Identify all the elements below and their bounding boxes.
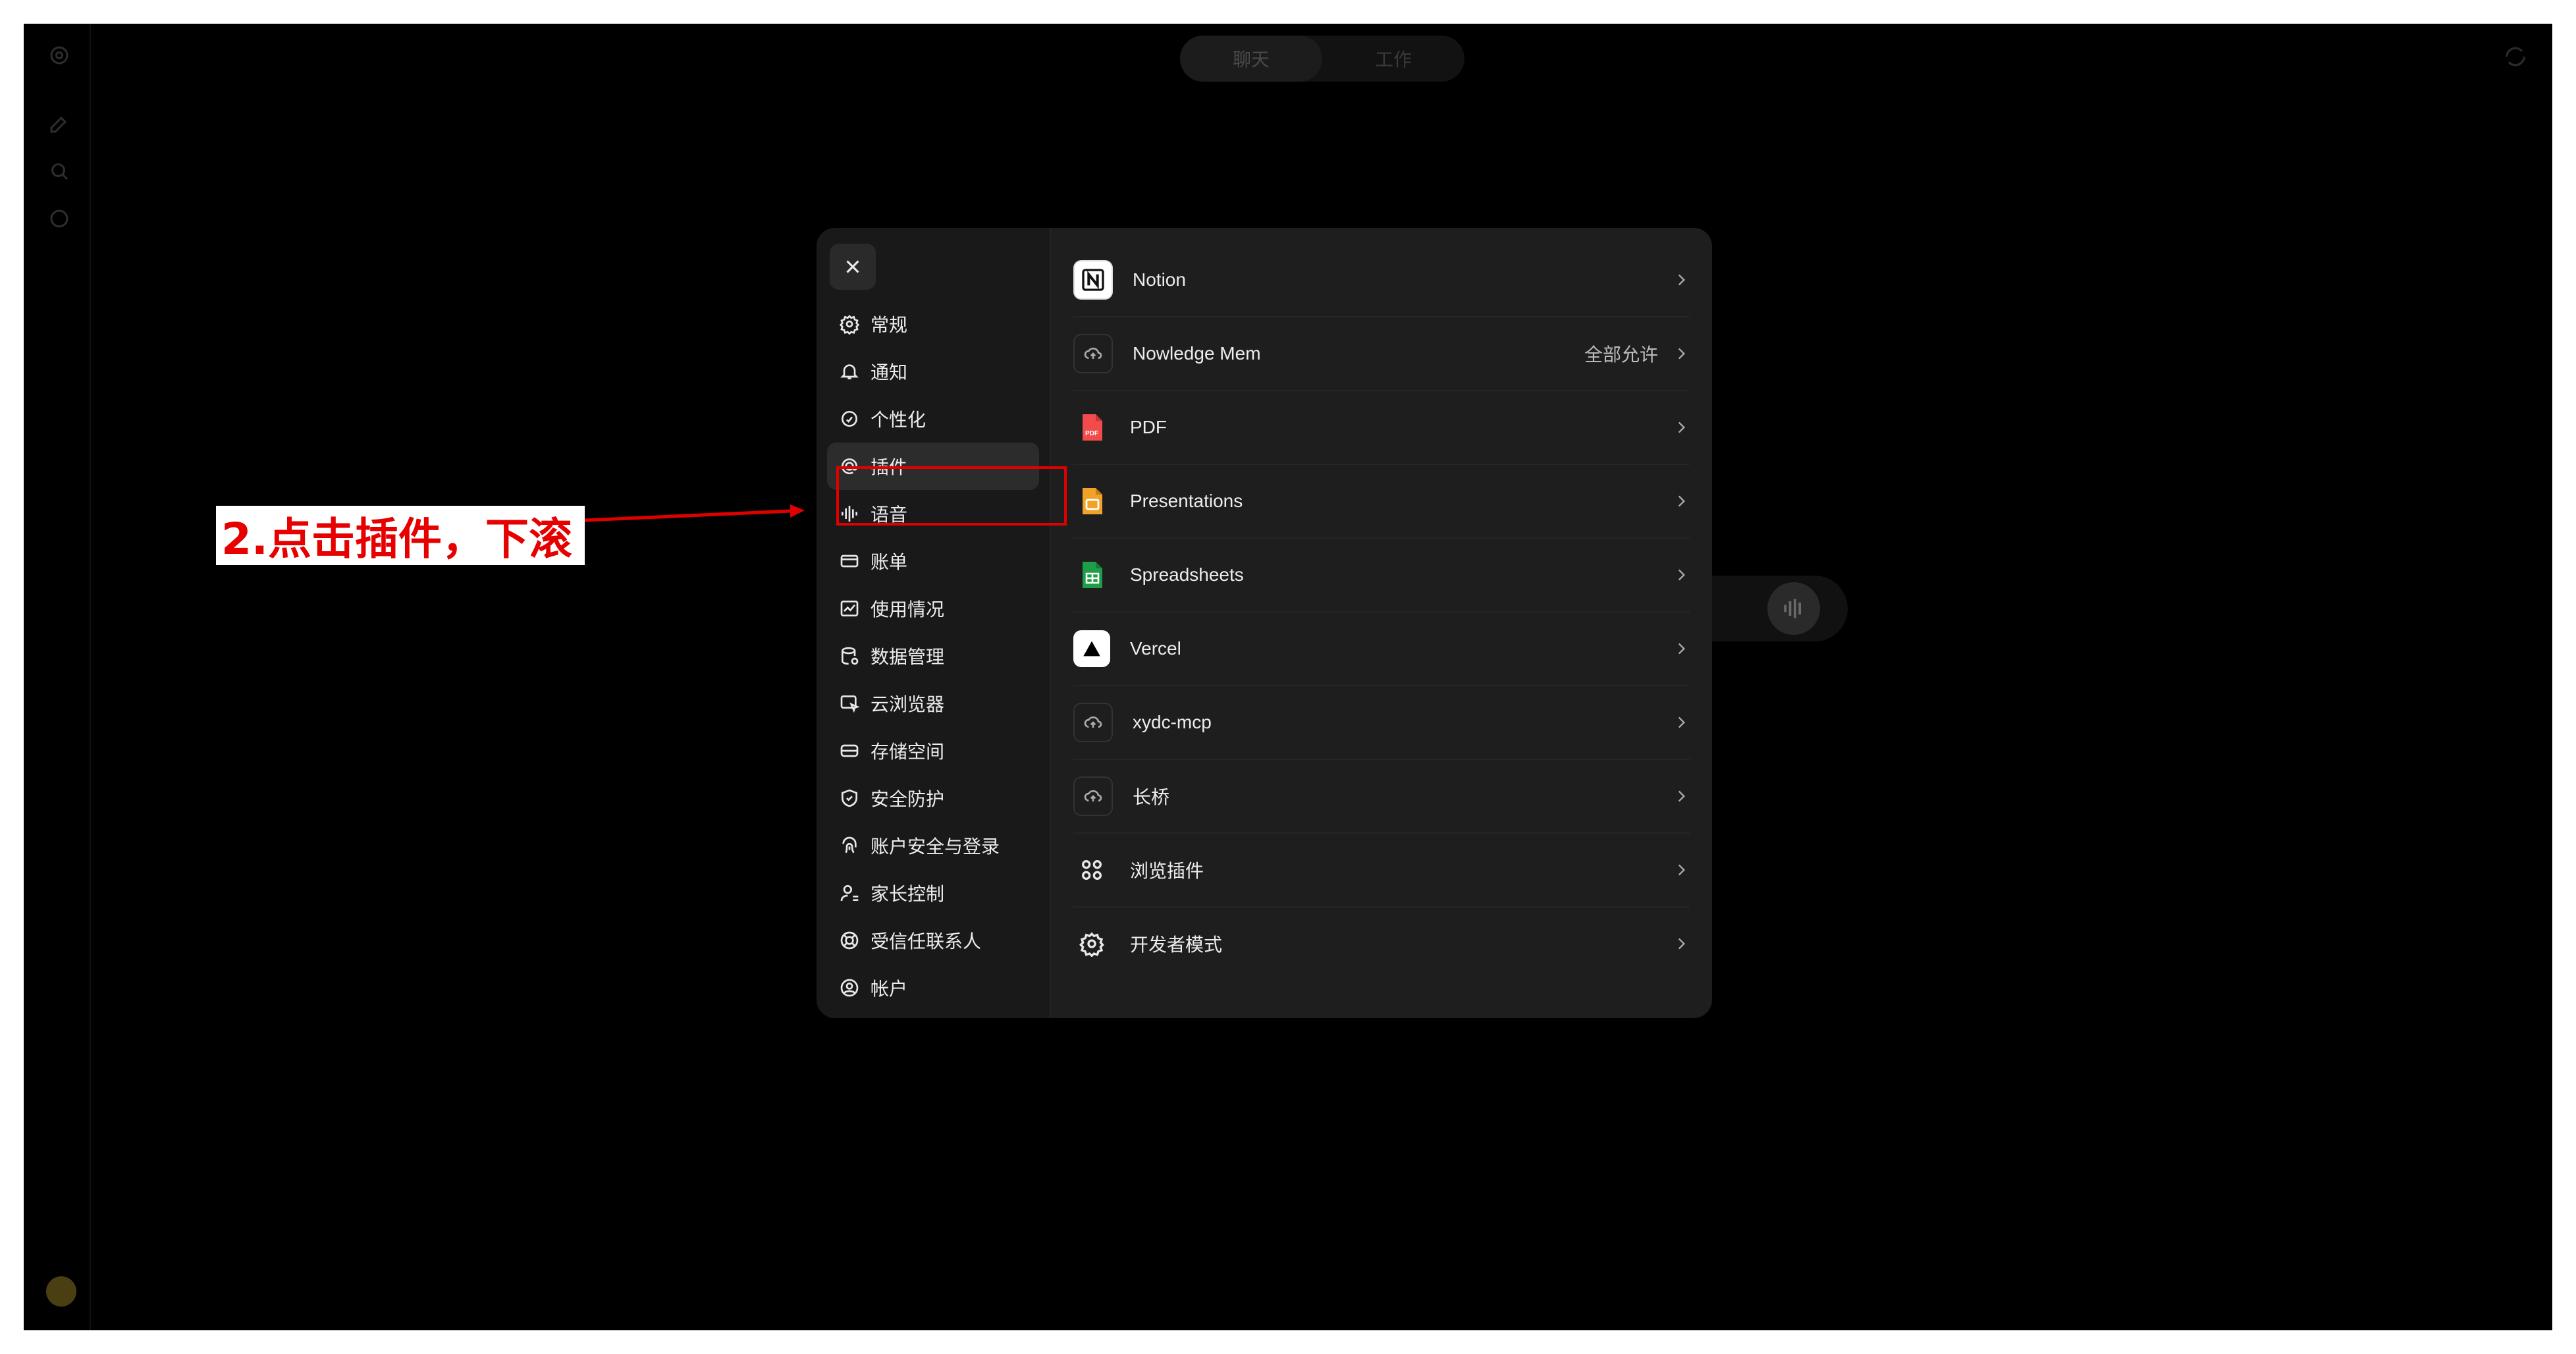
plugin-row-vercel[interactable]: Vercel	[1073, 612, 1690, 686]
settings-nav: 常规 通知 个性化 插件 语音 账单 使用情况 数据管理 云浏览器 存储空间 安…	[817, 228, 1051, 1018]
browser-cursor-icon	[840, 695, 860, 713]
plugin-label: 长桥	[1133, 787, 1170, 807]
settings-modal: 常规 通知 个性化 插件 语音 账单 使用情况 数据管理 云浏览器 存储空间 安…	[817, 228, 1712, 1018]
plugin-label: Nowledge Mem	[1133, 343, 1261, 364]
nav-item-general[interactable]: 常规	[827, 300, 1039, 348]
spreadsheets-icon	[1073, 556, 1110, 593]
database-icon	[842, 647, 859, 665]
left-sidebar	[24, 24, 91, 1330]
sync-icon[interactable]	[2502, 43, 2529, 70]
nav-label: 常规	[871, 315, 908, 335]
chevron-right-icon	[1678, 643, 1686, 655]
tab-chat[interactable]: 聊天	[1180, 36, 1322, 82]
close-icon	[846, 260, 859, 273]
plugin-row-spreadsheets[interactable]: Spreadsheets	[1073, 539, 1690, 612]
mode-toggle: 聊天 工作	[1180, 36, 1464, 82]
nav-label: 使用情况	[871, 599, 945, 620]
circle-icon[interactable]	[47, 207, 71, 230]
plugin-label: Vercel	[1130, 638, 1181, 659]
nav-item-usage[interactable]: 使用情况	[827, 585, 1039, 632]
nav-item-billing[interactable]: 账单	[827, 537, 1039, 585]
permission-status: 全部允许	[1584, 344, 1658, 365]
nav-label: 安全防护	[871, 789, 945, 809]
nav-item-parental-controls[interactable]: 家长控制	[827, 869, 1039, 917]
svg-text:PDF: PDF	[1085, 430, 1098, 437]
plugin-label: Notion	[1133, 269, 1186, 290]
cloud-upload-icon	[1073, 334, 1113, 373]
nav-item-data-controls[interactable]: 数据管理	[827, 632, 1039, 680]
tab-work[interactable]: 工作	[1322, 36, 1464, 82]
plugin-row-developer-mode[interactable]: 开发者模式	[1073, 907, 1690, 980]
nav-item-trusted-contacts[interactable]: 受信任联系人	[827, 917, 1039, 964]
close-button[interactable]	[830, 244, 876, 290]
nav-label: 家长控制	[871, 884, 945, 904]
nav-label: 数据管理	[871, 647, 945, 667]
chevron-right-icon	[1678, 938, 1686, 950]
nav-item-personalization[interactable]: 个性化	[827, 395, 1039, 443]
nav-label: 账户安全与登录	[871, 836, 1000, 857]
search-icon[interactable]	[47, 159, 71, 183]
gear-icon	[1073, 925, 1110, 962]
avatar[interactable]	[46, 1276, 76, 1307]
annotation-label: 2.点击插件，下滚	[216, 506, 585, 565]
vercel-icon	[1073, 630, 1110, 667]
chevron-right-icon	[1678, 717, 1686, 728]
nav-label: 账单	[871, 552, 908, 572]
usage-chart-icon	[840, 601, 859, 616]
nav-item-notifications[interactable]: 通知	[827, 348, 1039, 395]
plugin-label: Spreadsheets	[1130, 564, 1244, 585]
plugin-row-xydc-mcp[interactable]: xydc-mcp	[1073, 686, 1690, 760]
lifebuoy-icon	[840, 931, 859, 950]
nav-label: 受信任联系人	[871, 931, 982, 952]
nav-label: 帐户	[871, 979, 908, 999]
plugin-row-changqiao[interactable]: 长桥	[1073, 760, 1690, 834]
presentations-icon	[1073, 483, 1110, 520]
annotation-highlight-box	[836, 466, 1067, 526]
chevron-right-icon	[1678, 569, 1686, 581]
chevron-right-icon	[1678, 864, 1686, 876]
fingerprint-icon	[842, 836, 857, 853]
plugin-label: 浏览插件	[1130, 861, 1204, 881]
personalization-icon	[842, 411, 857, 427]
account-icon	[840, 979, 859, 997]
chevron-right-icon	[1678, 421, 1686, 433]
gear-icon	[839, 315, 860, 335]
notion-icon	[1073, 260, 1113, 300]
nav-item-account[interactable]: 帐户	[827, 964, 1039, 1012]
plugin-label: PDF	[1130, 417, 1167, 437]
plugins-list: Notion Nowledge Mem 全部允许 PDF PDF Present…	[1051, 228, 1712, 1018]
nav-label: 个性化	[871, 410, 926, 430]
parent-user-icon	[840, 885, 859, 902]
nav-label: 存储空间	[871, 742, 945, 762]
nav-label: 通知	[871, 362, 908, 383]
plugin-row-pdf[interactable]: PDF PDF	[1073, 391, 1690, 465]
plugin-row-notion[interactable]: Notion	[1073, 244, 1690, 317]
nav-item-storage[interactable]: 存储空间	[827, 727, 1039, 774]
chevron-right-icon	[1678, 495, 1686, 507]
bell-icon	[840, 364, 859, 379]
voice-mode-button[interactable]	[1767, 582, 1820, 635]
cloud-upload-icon	[1073, 776, 1113, 816]
chevron-right-icon	[1678, 348, 1686, 360]
chevron-right-icon	[1678, 790, 1686, 802]
app-logo-icon[interactable]	[47, 43, 71, 67]
nav-label: 云浏览器	[871, 694, 945, 715]
card-icon	[840, 555, 859, 568]
nav-item-cloud-browser[interactable]: 云浏览器	[827, 680, 1039, 727]
cloud-upload-icon	[1073, 703, 1113, 742]
plugin-row-nowledge-mem[interactable]: Nowledge Mem 全部允许	[1073, 317, 1690, 391]
plugin-row-browse-plugins[interactable]: 浏览插件	[1073, 834, 1690, 907]
chevron-right-icon	[1678, 274, 1686, 286]
grid-icon	[1073, 852, 1110, 888]
storage-icon	[840, 744, 859, 757]
nav-item-account-security[interactable]: 账户安全与登录	[827, 822, 1039, 869]
plugin-label: Presentations	[1130, 491, 1243, 511]
plugin-label: 开发者模式	[1130, 934, 1223, 955]
plugin-row-presentations[interactable]: Presentations	[1073, 465, 1690, 539]
new-chat-icon[interactable]	[47, 112, 71, 136]
nav-item-security[interactable]: 安全防护	[827, 774, 1039, 822]
pdf-icon: PDF	[1073, 409, 1110, 446]
plugin-label: xydc-mcp	[1133, 712, 1212, 732]
shield-icon	[842, 789, 857, 807]
